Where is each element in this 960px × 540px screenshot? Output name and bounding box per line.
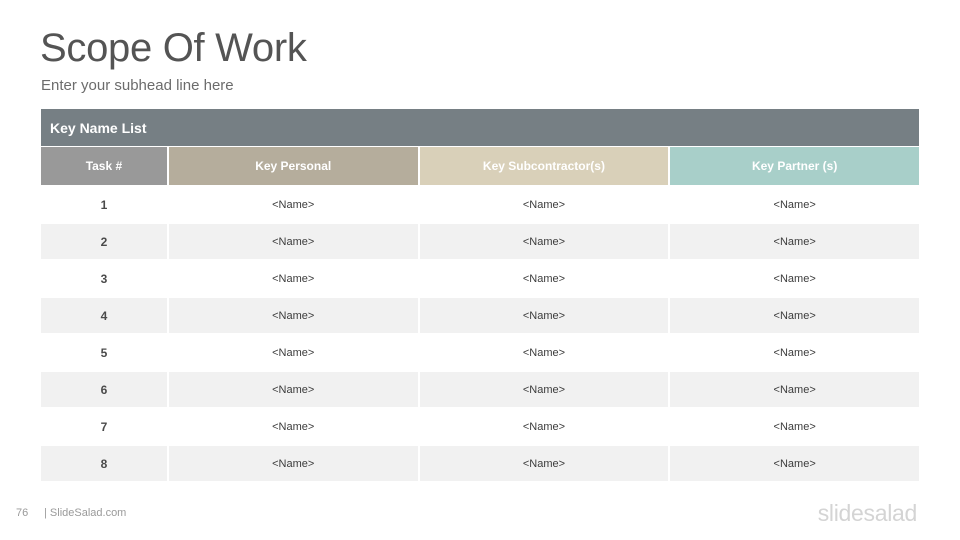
- page-number: 76: [16, 507, 29, 519]
- table-title-bar: Key Name List: [41, 109, 919, 146]
- key-subcontractor-cell: <Name>: [419, 298, 669, 333]
- task-number-cell: 4: [41, 298, 167, 333]
- slide: Scope Of Work Enter your subhead line he…: [0, 0, 960, 540]
- key-partner-cell: <Name>: [670, 446, 920, 481]
- key-name-table: Key Name List Task # Key Personal Key Su…: [41, 109, 920, 481]
- key-personal-cell: <Name>: [168, 335, 418, 370]
- column-header-key-partner: Key Partner (s): [670, 147, 920, 185]
- key-subcontractor-cell: <Name>: [419, 261, 669, 296]
- table-row: 4 <Name> <Name> <Name>: [41, 298, 920, 333]
- column-header-task: Task #: [41, 147, 167, 185]
- table-row: 2 <Name> <Name> <Name>: [41, 224, 920, 259]
- task-number-cell: 1: [41, 187, 167, 222]
- table-row: 7 <Name> <Name> <Name>: [41, 409, 920, 444]
- task-number-cell: 7: [41, 409, 167, 444]
- table-title: Key Name List: [50, 119, 147, 136]
- footer-site-link: | SlideSalad.com: [44, 507, 127, 519]
- key-subcontractor-cell: <Name>: [419, 446, 669, 481]
- slide-subtitle: Enter your subhead line here: [41, 77, 234, 94]
- column-header-key-subcontractor: Key Subcontractor(s): [419, 147, 669, 185]
- key-personal-cell: <Name>: [168, 224, 418, 259]
- key-partner-cell: <Name>: [670, 224, 920, 259]
- key-personal-cell: <Name>: [168, 298, 418, 333]
- key-subcontractor-cell: <Name>: [419, 187, 669, 222]
- key-personal-cell: <Name>: [168, 187, 418, 222]
- task-number-cell: 2: [41, 224, 167, 259]
- task-number-cell: 5: [41, 335, 167, 370]
- task-number-cell: 6: [41, 372, 167, 407]
- column-header-key-personal: Key Personal: [168, 147, 418, 185]
- table-body: 1 <Name> <Name> <Name> 2 <Name> <Name> <Name> 3 <…: [41, 187, 920, 481]
- column-header-row: Task # Key Personal Key Subcontractor(s)…: [41, 147, 920, 185]
- key-personal-cell: <Name>: [168, 261, 418, 296]
- key-partner-cell: <Name>: [670, 335, 920, 370]
- table-row: 6 <Name> <Name> <Name>: [41, 372, 920, 407]
- task-number-cell: 3: [41, 261, 167, 296]
- table-row: 5 <Name> <Name> <Name>: [41, 335, 920, 370]
- key-partner-cell: <Name>: [670, 261, 920, 296]
- table-row: 1 <Name> <Name> <Name>: [41, 187, 920, 222]
- key-partner-cell: <Name>: [670, 187, 920, 222]
- table-row: 3 <Name> <Name> <Name>: [41, 261, 920, 296]
- slidesalad-logo: slidesalad: [817, 500, 918, 526]
- column-header-label: Key Partner (s): [751, 159, 838, 173]
- column-header-label: Key Subcontractor(s): [482, 159, 605, 173]
- key-personal-cell: <Name>: [168, 372, 418, 407]
- key-partner-cell: <Name>: [670, 372, 920, 407]
- key-subcontractor-cell: <Name>: [419, 372, 669, 407]
- key-partner-cell: <Name>: [670, 298, 920, 333]
- key-subcontractor-cell: <Name>: [419, 335, 669, 370]
- key-subcontractor-cell: <Name>: [419, 409, 669, 444]
- task-number-cell: 8: [41, 446, 167, 481]
- slide-title: Scope Of Work: [40, 26, 307, 70]
- key-subcontractor-cell: <Name>: [419, 224, 669, 259]
- key-personal-cell: <Name>: [168, 446, 418, 481]
- key-personal-cell: <Name>: [168, 409, 418, 444]
- column-header-label: Task #: [85, 159, 123, 173]
- key-partner-cell: <Name>: [670, 409, 920, 444]
- table-row: 8 <Name> <Name> <Name>: [41, 446, 920, 481]
- column-header-label: Key Personal: [255, 159, 332, 173]
